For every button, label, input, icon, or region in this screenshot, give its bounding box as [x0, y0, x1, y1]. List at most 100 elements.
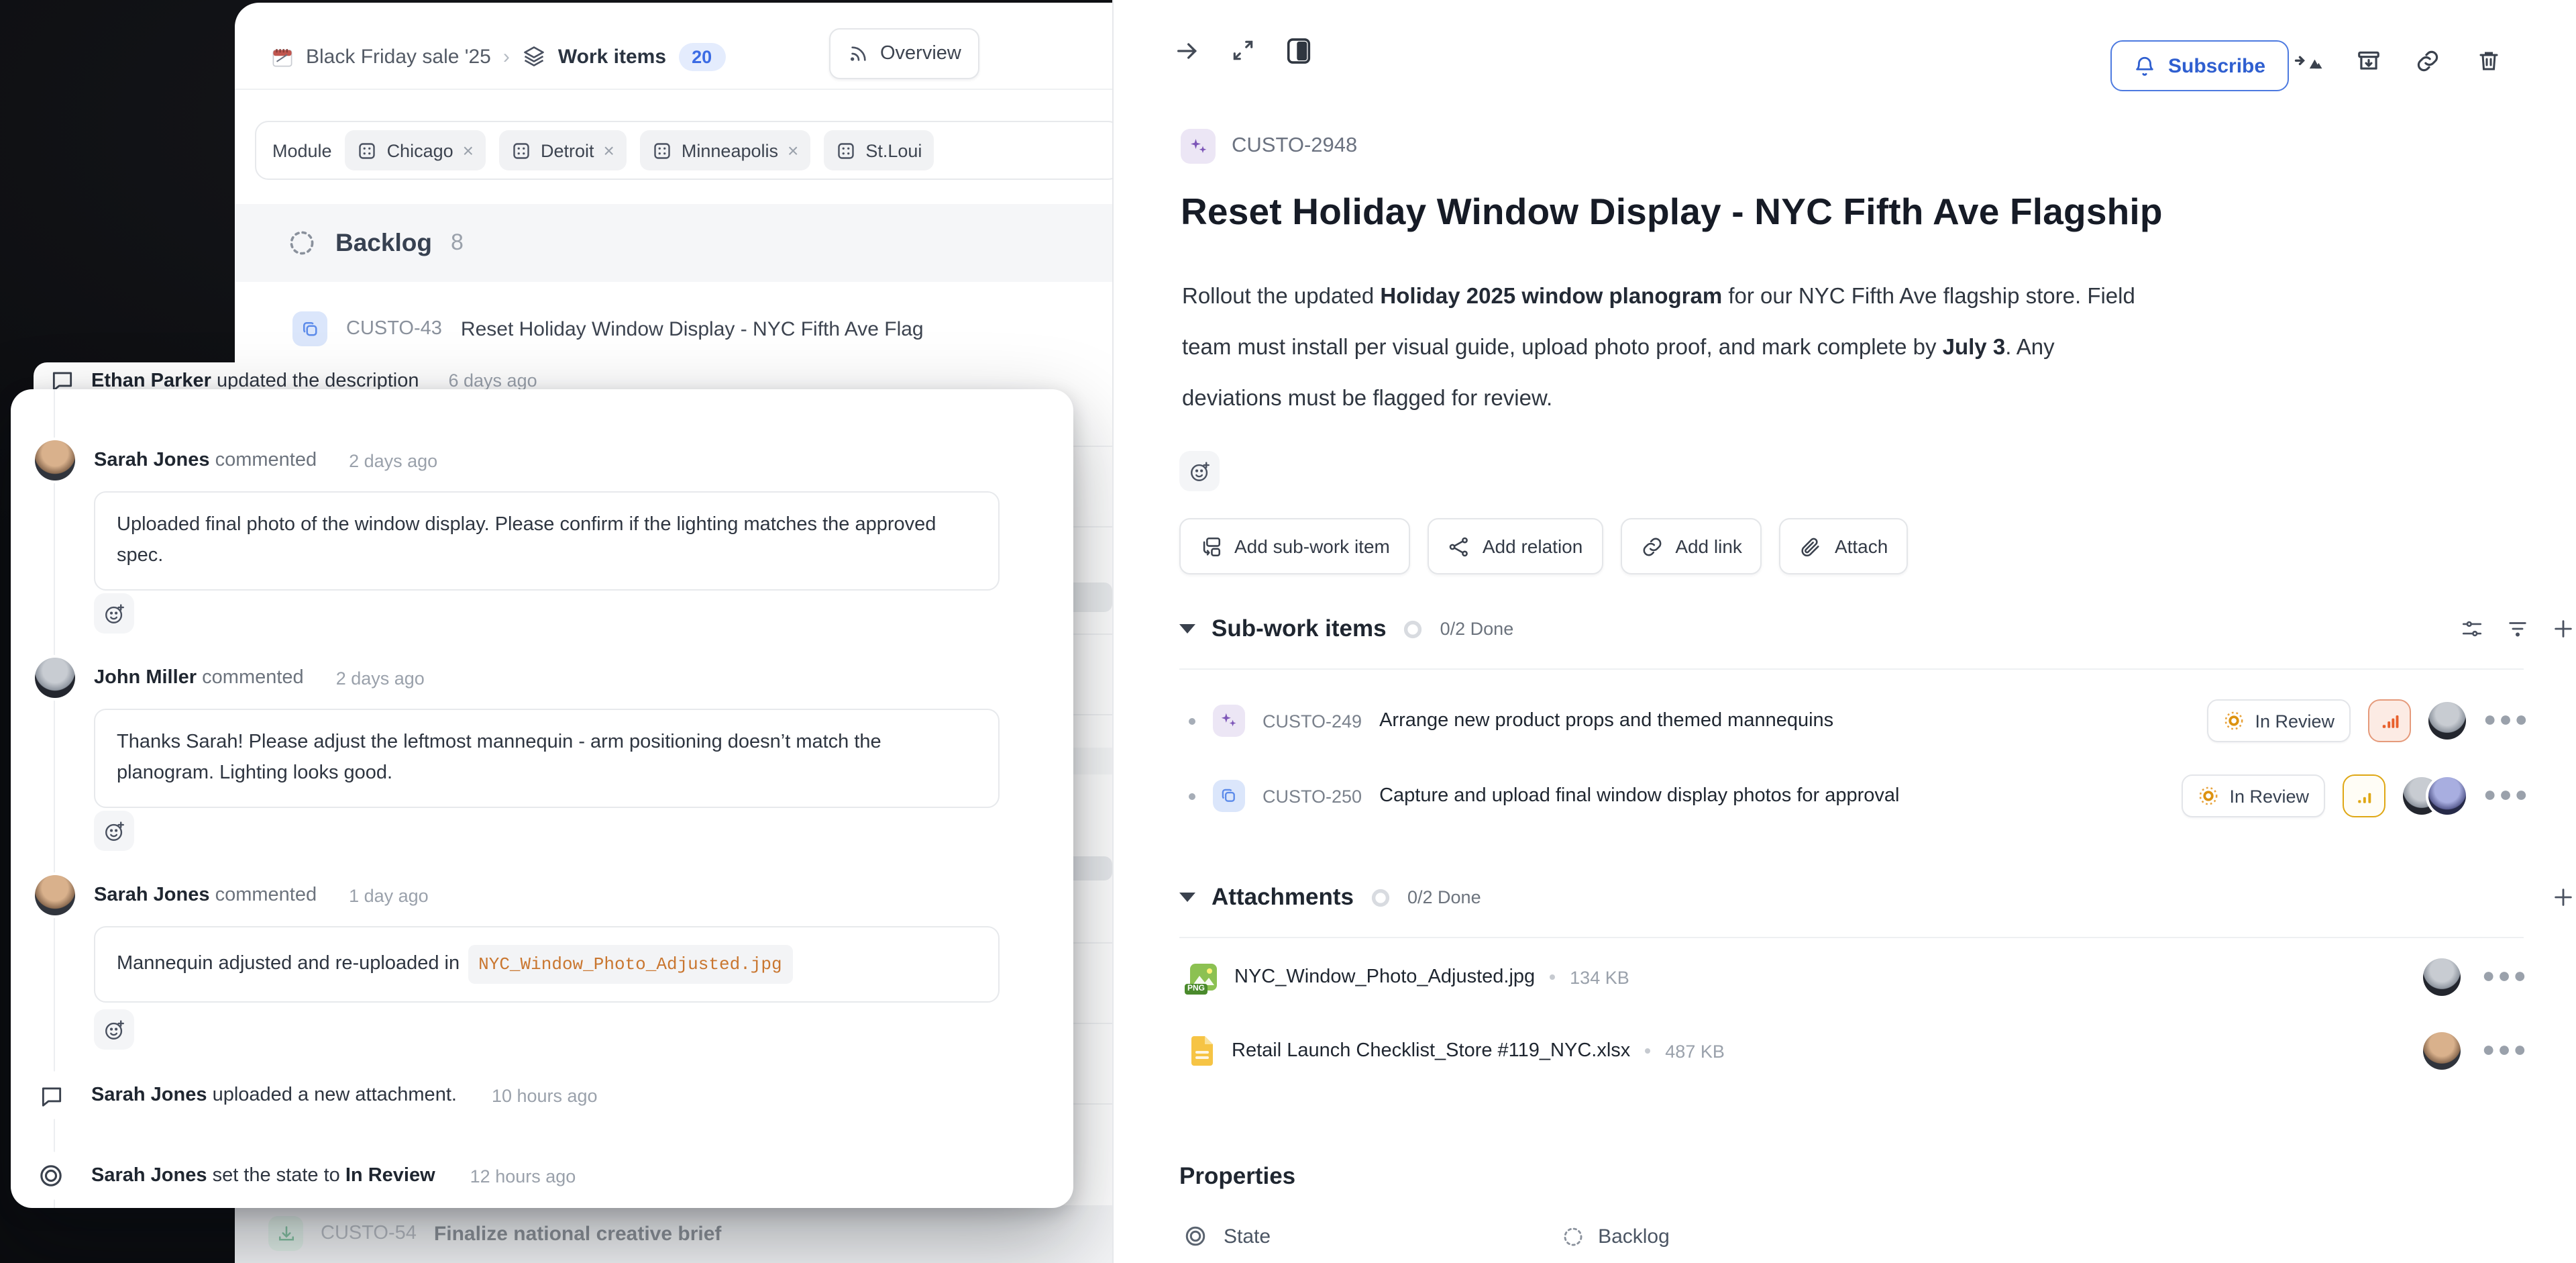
add-attachment-plus-icon[interactable]: [2552, 886, 2575, 909]
spreadsheet-file-icon: [1187, 1035, 1217, 1067]
assignee-avatar[interactable]: [2428, 777, 2466, 815]
activity-action: updated the description: [217, 370, 419, 391]
more-options-icon[interactable]: ●●●: [2482, 1039, 2529, 1063]
group-header-backlog[interactable]: Backlog 8: [235, 204, 1112, 282]
close-panel-arrow-icon[interactable]: [1174, 38, 1201, 64]
overview-tab[interactable]: Overview: [829, 28, 980, 79]
filter-icon[interactable]: [2506, 617, 2529, 640]
comment-text: Uploaded final photo of the window displ…: [117, 514, 936, 566]
sub-item-title[interactable]: Arrange new product props and themed man…: [1379, 710, 1833, 731]
work-item-type-icon: [292, 311, 327, 346]
property-label: State: [1224, 1225, 1271, 1248]
filter-chip-chicago[interactable]: Chicago ×: [345, 130, 486, 170]
add-reaction-button[interactable]: [94, 1009, 134, 1050]
attach-button[interactable]: Attach: [1780, 518, 1908, 574]
link-icon: [1640, 535, 1663, 558]
comment-bubble-icon: [32, 1076, 70, 1114]
chip-label: St.Loui: [865, 140, 922, 160]
priority-medium-icon[interactable]: [2343, 774, 2385, 817]
more-options-icon[interactable]: ●●●: [2483, 784, 2530, 808]
background-work-item-row: CUSTO-54 Finalize national creative brie…: [268, 1216, 1112, 1251]
more-options-icon[interactable]: ●●●: [2482, 965, 2529, 989]
archive-icon[interactable]: [2356, 48, 2381, 74]
breadcrumb-project[interactable]: Black Friday sale '25: [306, 45, 491, 68]
activity-time: 10 hours ago: [492, 1085, 598, 1105]
remove-chip-icon[interactable]: ×: [604, 140, 614, 161]
assignee-avatar[interactable]: [2428, 702, 2466, 740]
breadcrumb-chevron: ›: [503, 45, 510, 68]
comment-author: Sarah Jones: [94, 450, 210, 471]
activity-action: uploaded a new attachment.: [213, 1084, 457, 1106]
more-options-icon[interactable]: ●●●: [2483, 709, 2530, 733]
attachment-name[interactable]: NYC_Window_Photo_Adjusted.jpg: [1234, 966, 1535, 988]
activity-actor: Sarah Jones: [91, 1165, 207, 1186]
filter-chip-minneapolis[interactable]: Minneapolis ×: [640, 130, 810, 170]
copy-link-icon[interactable]: [2415, 48, 2440, 74]
add-sub-work-item-button[interactable]: Add sub-work item: [1179, 518, 1410, 574]
description-bold: July 3: [1943, 336, 2006, 360]
attachments-progress: 0/2 Done: [1407, 887, 1481, 907]
property-row-state[interactable]: State Backlog: [1183, 1224, 2123, 1248]
comment-header: Sarah Jones commented 1 day ago: [35, 875, 429, 915]
priority-high-icon[interactable]: [2368, 699, 2411, 742]
sub-work-item-row[interactable]: CUSTO-250 Capture and upload final windo…: [1189, 773, 2530, 819]
attachment-row[interactable]: Retail Launch Checklist_Store #119_NYC.x…: [1187, 1029, 2529, 1072]
module-icon: [836, 140, 856, 160]
avatar: [35, 440, 75, 481]
remove-chip-icon[interactable]: ×: [463, 140, 474, 161]
delete-icon[interactable]: [2477, 48, 2501, 74]
collapse-caret-icon[interactable]: [1179, 893, 1195, 902]
filter-label: Module: [272, 140, 332, 160]
work-item-description[interactable]: Rollout the updated Holiday 2025 window …: [1182, 271, 2143, 424]
side-peek-icon[interactable]: [1287, 38, 1311, 64]
description-bold: Holiday 2025 window planogram: [1380, 285, 1722, 309]
display-settings-icon[interactable]: [2461, 617, 2483, 640]
add-sub-item-plus-icon[interactable]: [2552, 617, 2575, 640]
smiley-plus-icon: [103, 602, 125, 625]
filter-chip-stlouis[interactable]: St.Loui: [824, 130, 934, 170]
group-name: Backlog: [335, 228, 432, 258]
activity-actor: Sarah Jones: [91, 1084, 207, 1106]
separator-dot: [1645, 1048, 1650, 1054]
attachment-filename-code[interactable]: NYC_Window_Photo_Adjusted.jpg: [468, 945, 793, 984]
module-icon: [652, 140, 672, 160]
collapse-caret-icon[interactable]: [1179, 624, 1195, 634]
remove-chip-icon[interactable]: ×: [788, 140, 798, 161]
work-item-row[interactable]: CUSTO-43 Reset Holiday Window Display - …: [292, 301, 1097, 357]
add-reaction-button[interactable]: [1179, 451, 1220, 491]
add-reaction-button[interactable]: [94, 811, 134, 851]
expand-icon[interactable]: [1230, 38, 1256, 63]
move-to-project-icon[interactable]: [2294, 48, 2324, 75]
comment-text: Mannequin adjusted and re-uploaded in: [117, 949, 460, 980]
work-item-title[interactable]: Reset Holiday Window Display - NYC Fifth…: [1181, 191, 2522, 234]
screenshot-stage: Black Friday sale '25 › Work items 20 Ov…: [0, 0, 2576, 1263]
filter-chip-detroit[interactable]: Detroit ×: [499, 130, 627, 170]
comment-verb: commented: [215, 885, 317, 906]
attachment-row[interactable]: PNG NYC_Window_Photo_Adjusted.jpg 134 KB…: [1187, 956, 2529, 999]
sub-work-item-row[interactable]: CUSTO-249 Arrange new product props and …: [1189, 698, 2530, 744]
subscribe-button[interactable]: Subscribe: [2110, 40, 2288, 91]
state-chip-in-review[interactable]: In Review: [2181, 774, 2325, 817]
property-value[interactable]: Backlog: [1598, 1225, 1670, 1248]
attachment-name[interactable]: Retail Launch Checklist_Store #119_NYC.x…: [1232, 1040, 1630, 1062]
properties-section-title: Properties: [1179, 1162, 1295, 1191]
module-icon: [358, 140, 378, 160]
comment-time: 2 days ago: [336, 668, 425, 688]
add-relation-button[interactable]: Add relation: [1428, 518, 1603, 574]
breadcrumb-section[interactable]: Work items: [558, 45, 666, 68]
progress-donut-icon: [1370, 887, 1391, 908]
work-item-detail-panel: Subscribe CUSTO-2948 Reset Holiday Windo…: [1112, 0, 2576, 1263]
button-label: Add sub-work item: [1234, 536, 1390, 557]
layers-icon: [522, 44, 546, 68]
sub-item-title[interactable]: Capture and upload final window display …: [1379, 785, 1899, 807]
chip-label: Minneapolis: [682, 140, 778, 160]
done-state-icon: [268, 1216, 303, 1251]
comment-header: Sarah Jones commented 2 days ago: [35, 440, 437, 481]
bullet-dot: [1189, 717, 1195, 724]
activity-actor: Ethan Parker: [91, 370, 211, 391]
activity-action: set the state to: [213, 1165, 340, 1186]
add-link-button[interactable]: Add link: [1620, 518, 1762, 574]
add-reaction-button[interactable]: [94, 593, 134, 634]
state-chip-in-review[interactable]: In Review: [2206, 699, 2351, 742]
module-icon: [511, 140, 531, 160]
